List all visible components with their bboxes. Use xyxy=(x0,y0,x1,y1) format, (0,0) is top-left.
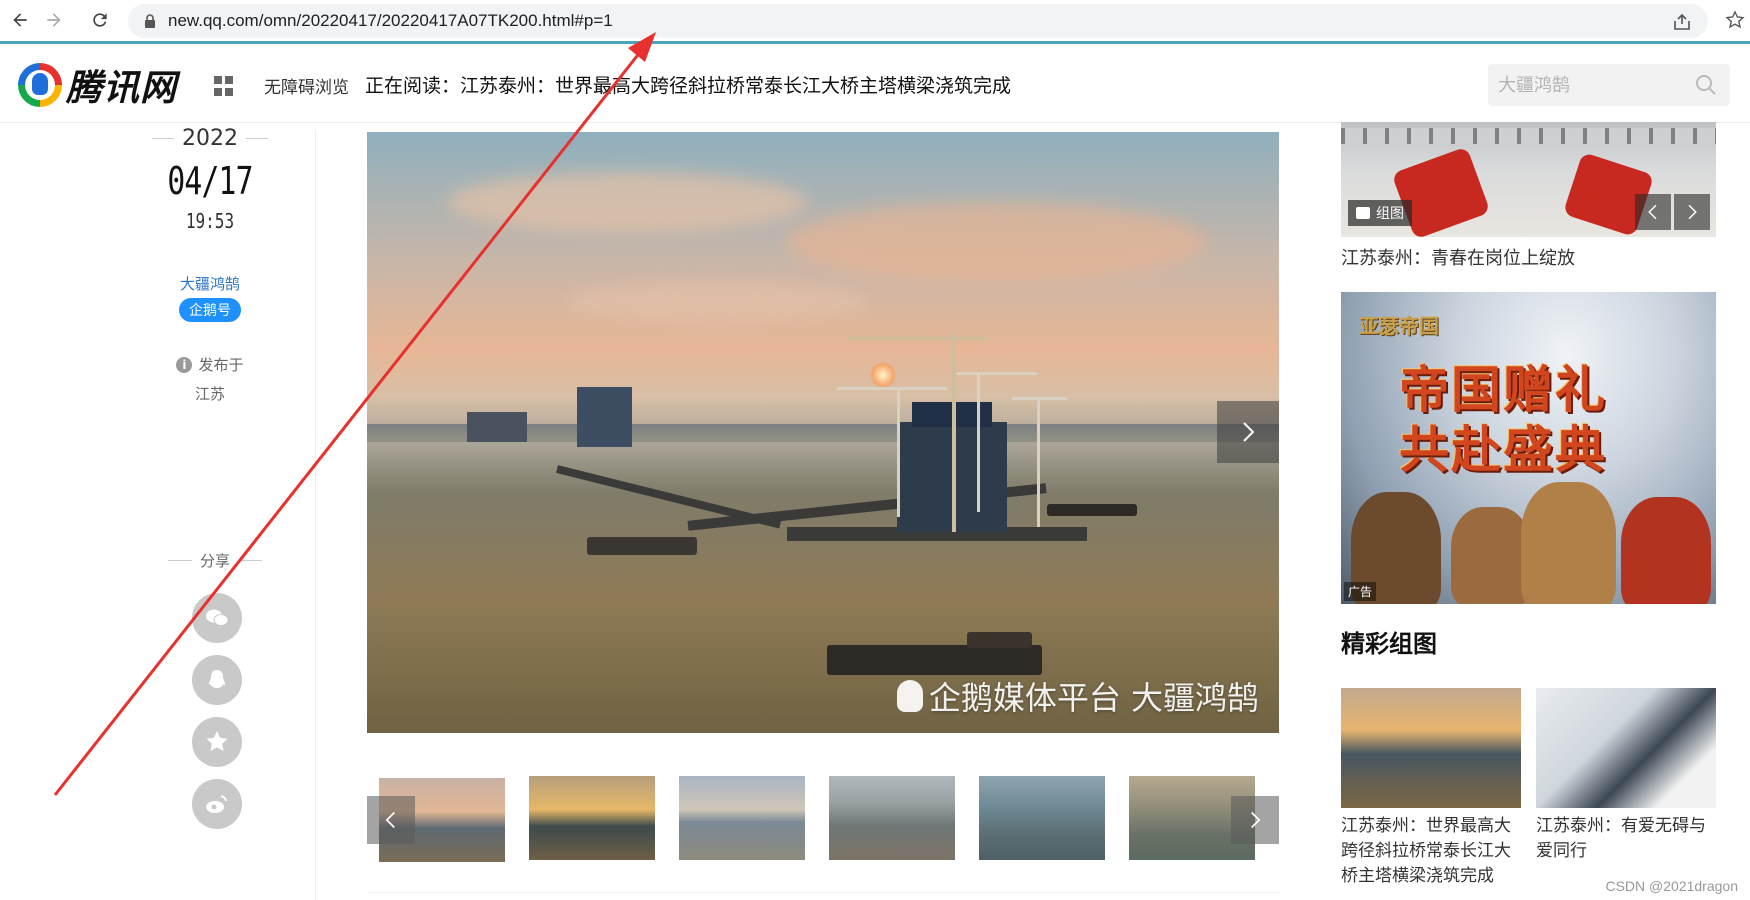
apps-grid-icon[interactable] xyxy=(214,76,234,96)
qq-penguin-logo-icon xyxy=(18,63,62,107)
column-divider xyxy=(315,130,316,900)
site-header: 腾讯网 无障碍浏览 正在阅读：江苏泰州：世界最高大跨径斜拉桥常泰长江大桥主塔横梁… xyxy=(0,47,1750,123)
article-meta: 2022 04/17 19:53 大疆鸿鹄 企鹅号 i 发布于 江苏 xyxy=(150,126,270,404)
share-qzone-button[interactable] xyxy=(192,717,242,767)
gallery-next-button[interactable] xyxy=(1217,401,1279,463)
publish-time: 19:53 xyxy=(185,209,235,233)
bookmark-star-icon[interactable] xyxy=(1725,10,1745,30)
lock-icon xyxy=(145,14,155,28)
published-location: i 发布于 xyxy=(150,354,270,375)
thumbnail-prev-button[interactable] xyxy=(367,796,415,844)
qq-icon xyxy=(209,670,225,688)
reading-title: 江苏泰州：世界最高大跨径斜拉桥常泰长江大桥主塔横梁浇筑完成 xyxy=(460,75,1012,97)
browser-toolbar: new.qq.com/omn/20220417/20220417A07TK200… xyxy=(0,0,1750,44)
url-text[interactable]: new.qq.com/omn/20220417/20220417A07TK200… xyxy=(168,11,613,31)
photo-watermark: 企鹅媒体平台 大疆鸿鹄 xyxy=(896,673,1259,719)
related-next-button[interactable] xyxy=(1674,194,1710,230)
related-prev-button[interactable] xyxy=(1635,194,1671,230)
chevron-right-icon xyxy=(1251,811,1261,829)
gallery-card-image[interactable] xyxy=(1536,688,1716,808)
accessibility-link[interactable]: 无障碍浏览 xyxy=(264,73,349,98)
related-caption[interactable]: 江苏泰州：青春在岗位上绽放 xyxy=(1341,244,1575,270)
wechat-icon xyxy=(206,609,229,626)
reload-button[interactable] xyxy=(88,8,112,32)
search-icon[interactable] xyxy=(1694,73,1718,97)
thumbnail-strip xyxy=(367,748,1279,893)
reading-now: 正在阅读：江苏泰州：世界最高大跨径斜拉桥常泰长江大桥主塔横梁浇筑完成 xyxy=(365,71,1011,98)
published-label: 发布于 xyxy=(198,356,244,374)
gallery-card-caption[interactable]: 江苏泰州：有爱无碍与爱同行 xyxy=(1536,814,1716,864)
gallery-main-photo[interactable]: 企鹅媒体平台 大疆鸿鹄 xyxy=(367,132,1279,733)
logo-text: 腾讯网 xyxy=(66,68,178,109)
share-weibo-button[interactable] xyxy=(192,779,242,829)
gallery-card-caption[interactable]: 江苏泰州：世界最高大跨径斜拉桥常泰长江大桥主塔横梁浇筑完成 xyxy=(1341,814,1521,889)
advertisement-banner[interactable]: 亚瑟帝国 帝国赠礼 共赴盛典 广告 xyxy=(1341,292,1716,604)
csdn-watermark: CSDN @2021dragon xyxy=(1605,878,1738,894)
chevron-left-icon xyxy=(1648,204,1657,220)
weibo-icon xyxy=(206,795,227,813)
thumbnail[interactable] xyxy=(679,776,805,860)
reload-icon xyxy=(93,13,107,27)
qzone-star-icon xyxy=(206,731,228,751)
ad-label: 广告 xyxy=(1344,582,1377,601)
group-photo-tag: 组图 xyxy=(1348,200,1412,226)
arrow-right-icon xyxy=(47,13,61,27)
watermark-text: 企鹅媒体平台 大疆鸿鹄 xyxy=(928,679,1259,717)
sun xyxy=(870,362,896,388)
reading-prefix: 正在阅读： xyxy=(365,75,461,97)
author-badge[interactable]: 企鹅号 xyxy=(179,298,241,322)
thumbnail[interactable] xyxy=(529,776,655,860)
ad-headline-2: 共赴盛典 xyxy=(1399,421,1607,479)
gallery-card-image[interactable] xyxy=(1341,688,1521,808)
arrow-left-icon xyxy=(13,13,27,27)
search-input[interactable] xyxy=(1498,70,1678,100)
ad-game-logo: 亚瑟帝国 xyxy=(1359,314,1439,338)
thumbnail[interactable] xyxy=(829,776,955,860)
penguin-icon xyxy=(896,680,923,712)
gallery-stack-icon xyxy=(1356,207,1370,219)
search-box[interactable] xyxy=(1488,64,1730,106)
chevron-left-icon xyxy=(385,811,395,829)
author-name[interactable]: 大疆鸿鹄 xyxy=(150,273,270,294)
section-title: 精彩组图 xyxy=(1341,630,1437,658)
group-tag-label: 组图 xyxy=(1376,206,1404,222)
back-button[interactable] xyxy=(8,8,32,32)
share-label: 分享 xyxy=(165,550,265,571)
share-qq-button[interactable] xyxy=(192,655,242,705)
site-logo[interactable]: 腾讯网 xyxy=(18,59,177,111)
chevron-right-icon xyxy=(1243,422,1255,442)
share-wechat-button[interactable] xyxy=(192,593,242,643)
gallery-card[interactable]: 江苏泰州：世界最高大跨径斜拉桥常泰长江大桥主塔横梁浇筑完成 xyxy=(1341,688,1521,889)
thumbnail-next-button[interactable] xyxy=(1231,796,1279,844)
published-place: 江苏 xyxy=(194,385,225,403)
gallery-card[interactable]: 江苏泰州：有爱无碍与爱同行 xyxy=(1536,688,1716,864)
publish-year: 2022 xyxy=(150,126,270,151)
thumbnail[interactable] xyxy=(979,776,1105,860)
publish-date: 04/17 xyxy=(167,159,253,203)
address-bar[interactable]: new.qq.com/omn/20220417/20220417A07TK200… xyxy=(128,4,1708,38)
share-page-icon[interactable] xyxy=(1672,12,1692,32)
info-icon: i xyxy=(176,356,193,373)
chevron-right-icon xyxy=(1688,204,1697,220)
forward-button[interactable] xyxy=(42,8,66,32)
